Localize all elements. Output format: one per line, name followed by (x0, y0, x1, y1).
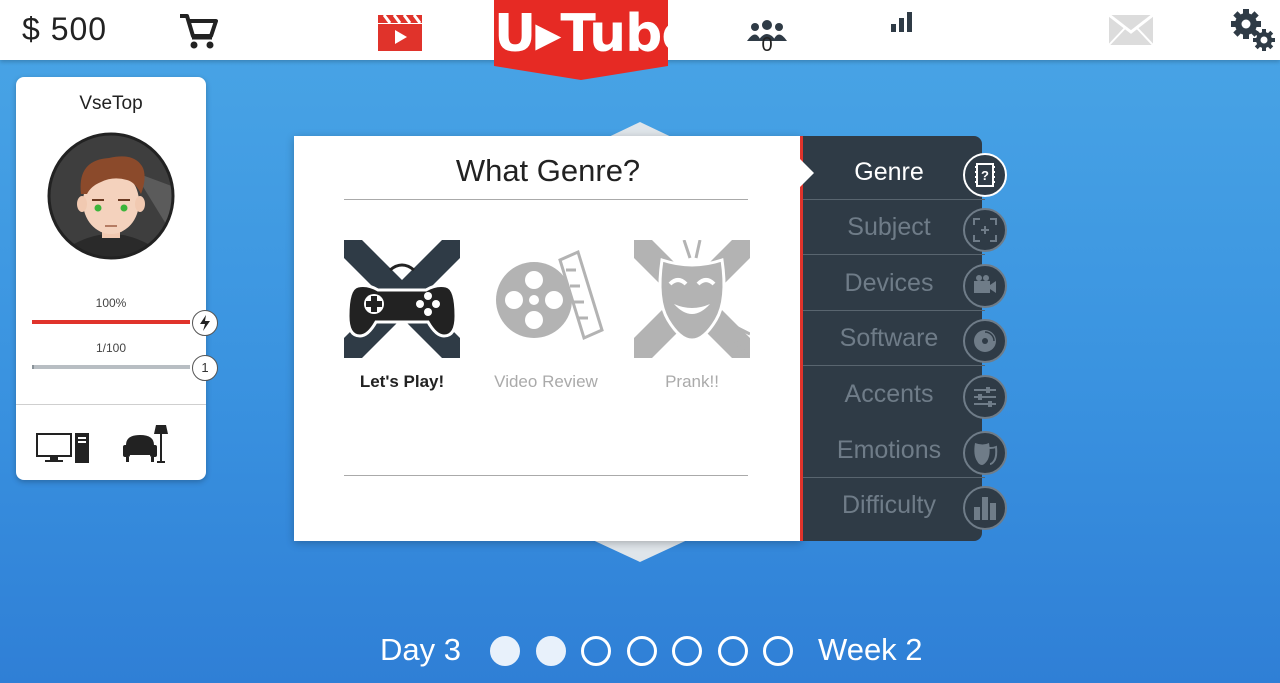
sliders-icon (963, 375, 1007, 419)
level-badge: 1 (192, 355, 218, 381)
avatar[interactable] (34, 132, 188, 260)
stats-icon[interactable] (888, 10, 918, 34)
camera-icon (963, 264, 1007, 308)
disc-icon (963, 319, 1007, 363)
tab-difficulty[interactable]: Difficulty (803, 478, 1007, 533)
day-dot-upcoming (672, 636, 702, 666)
film-reel-icon (496, 249, 604, 341)
title-divider (344, 199, 748, 200)
tab-label: Difficulty (841, 491, 936, 519)
tab-devices[interactable]: Devices (803, 256, 1007, 311)
profile-card: VseTop 100% 1/100 1 (16, 77, 218, 480)
energy-button[interactable] (192, 310, 218, 336)
card-divider (16, 404, 206, 405)
tab-separator (803, 254, 985, 255)
mail-icon[interactable] (1108, 14, 1154, 46)
week-label: Week 2 (818, 632, 923, 667)
money-display: $ 500 (22, 11, 108, 47)
genre-label: Prank!! (665, 372, 719, 391)
genre-option-video-review[interactable]: Video Review (478, 240, 614, 400)
energy-bar (32, 320, 190, 324)
day-label: Day 3 (380, 632, 461, 667)
settings-icon[interactable] (1228, 8, 1276, 52)
day-dot-upcoming (626, 636, 657, 666)
tab-software[interactable]: Software (803, 311, 1007, 366)
tab-subject[interactable]: Subject (803, 200, 1007, 255)
day-dot-complete (535, 636, 566, 666)
tab-label: Emotions (836, 436, 942, 464)
computer-icon[interactable] (36, 432, 92, 464)
subscribers-count: 0 (761, 34, 773, 56)
tab-label: Genre (854, 158, 924, 186)
genre-label: Video Review (494, 372, 598, 391)
energy-label: 100% (95, 296, 127, 310)
tab-genre[interactable]: Genre ? (800, 145, 1007, 200)
bars-icon (963, 486, 1007, 530)
tab-accents[interactable]: Accents (803, 367, 1007, 422)
masks-icon (963, 431, 1007, 475)
armchair-lamp-icon[interactable] (122, 423, 168, 465)
clapper-icon[interactable] (376, 12, 424, 52)
day-dot-upcoming (717, 636, 748, 666)
lightning-icon (200, 315, 210, 331)
day-dot-upcoming (763, 636, 793, 666)
tab-emotions[interactable]: Emotions (803, 423, 1007, 478)
genre-label: Let's Play! (359, 372, 445, 391)
genre-panel: What Genre? Let's Play! Video Review Pra… (294, 136, 802, 541)
genre-option-lets-play[interactable]: Let's Play! (334, 240, 470, 400)
panel-title: What Genre? (455, 153, 641, 188)
xp-label: 1/100 (95, 341, 127, 355)
svg-text:?: ? (981, 168, 989, 183)
tab-label: Accents (844, 380, 934, 408)
gamepad-icon (344, 240, 460, 358)
bottom-divider (344, 475, 748, 476)
tab-label: Software (839, 324, 939, 352)
day-dot-upcoming (581, 636, 611, 666)
tab-label: Subject (847, 213, 931, 241)
genre-option-prank[interactable]: Prank!! (624, 240, 760, 400)
top-bar: $ 500 U▸Tube 0 (0, 0, 1280, 80)
logo-text: U▸Tube (494, 4, 697, 64)
target-icon (963, 208, 1007, 252)
day-progress-bar: Day 3 Week 2 (0, 630, 1280, 674)
cart-icon[interactable] (178, 12, 218, 50)
tab-label: Devices (844, 269, 934, 297)
day-dot-complete (490, 636, 520, 666)
tab-separator (803, 365, 985, 366)
step-tabs: Genre ? Subject Devices Software Accents (800, 136, 1007, 541)
film-question-icon: ? (963, 153, 1007, 197)
xp-bar-fill (32, 365, 34, 369)
energy-bar-fill (32, 320, 190, 324)
prank-mask-icon (634, 240, 750, 358)
channel-name: VseTop (79, 93, 143, 114)
xp-bar (32, 365, 190, 369)
